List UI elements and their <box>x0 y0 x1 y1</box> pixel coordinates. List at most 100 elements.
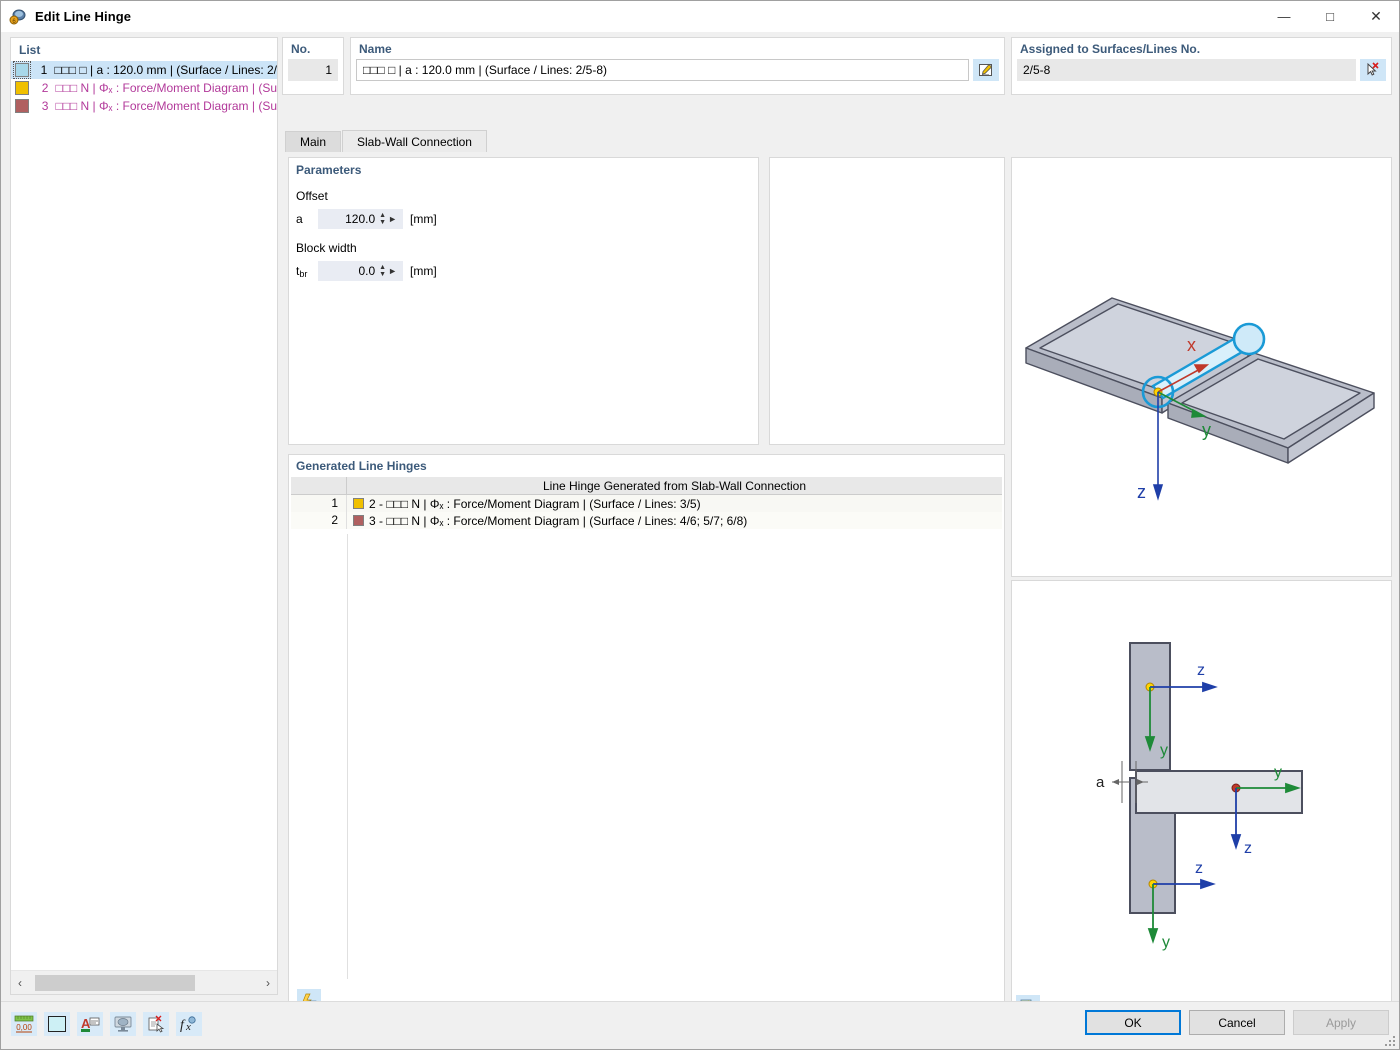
list-item-label: □□□ N | Φₓ : Force/Moment Diagram | (Su <box>55 81 277 95</box>
name-row: □□□ □ | a : 120.0 mm | (Surface / Lines:… <box>356 59 999 81</box>
svg-text:A: A <box>81 1016 91 1031</box>
name-panel: Name □□□ □ | a : 120.0 mm | (Surface / L… <box>350 37 1005 95</box>
scroll-right-icon[interactable]: › <box>259 972 277 994</box>
upper-wall-y-label: y <box>1160 742 1168 759</box>
display-properties-button[interactable] <box>110 1012 136 1036</box>
block-width-field-row: tbr 0.0 ▲ ▼ ► [mm] <box>289 261 758 281</box>
list-item-label: □□□ N | Φₓ : Force/Moment Diagram | (Su <box>55 99 277 113</box>
table-row-label: 2 - □□□ N | Φₓ : Force/Moment Diagram | … <box>347 497 1002 511</box>
secondary-preview-panel <box>769 157 1005 445</box>
resize-grip[interactable] <box>1385 1036 1395 1046</box>
list-item[interactable]: 1 □□□ □ | a : 120.0 mm | (Surface / Line… <box>11 61 277 79</box>
offset-value: 120.0 <box>345 212 376 226</box>
list-horizontal-scrollbar[interactable]: ‹ › <box>11 970 277 994</box>
axis-y-label: y <box>1202 420 1211 440</box>
list-item-label: □□□ □ | a : 120.0 mm | (Surface / Lines:… <box>54 63 277 77</box>
dialog-buttons: OK Cancel Apply <box>1085 1010 1389 1035</box>
decimal-places-button[interactable]: 0,00 <box>11 1012 37 1036</box>
parameters-panel: Parameters Offset a 120.0 ▲ ▼ ► [mm] Blo… <box>288 157 759 445</box>
color-swatch-button[interactable] <box>44 1012 70 1036</box>
footer-toolbar: 0,00 A f x <box>11 1012 202 1036</box>
tab-strip: Main Slab-Wall Connection <box>285 130 1005 152</box>
cancel-button[interactable]: Cancel <box>1189 1010 1285 1035</box>
window-controls: — □ ✕ <box>1261 1 1399 32</box>
stepper-down-icon[interactable]: ▼ <box>379 219 386 226</box>
table-row[interactable]: 1 2 - □□□ N | Φₓ : Force/Moment Diagram … <box>291 495 1002 512</box>
lower-wall-z-label: z <box>1195 860 1203 877</box>
stepper-up-icon[interactable]: ▲ <box>379 264 386 271</box>
slab-wall-section-svg: a z y y z z y <box>1096 642 1303 951</box>
assigned-label: Assigned to Surfaces/Lines No. <box>1020 42 1201 56</box>
parameters-title: Parameters <box>296 163 362 177</box>
slab-z-label: z <box>1244 840 1252 857</box>
name-input[interactable]: □□□ □ | a : 120.0 mm | (Surface / Lines:… <box>356 59 969 81</box>
stepper-up-icon[interactable]: ▲ <box>379 212 386 219</box>
upper-wall-z-label: z <box>1197 662 1205 679</box>
ok-button[interactable]: OK <box>1085 1010 1181 1035</box>
list-rows: 1 □□□ □ | a : 120.0 mm | (Surface / Line… <box>11 61 277 970</box>
axis-z-label: z <box>1137 482 1146 502</box>
offset-unit: [mm] <box>410 212 437 226</box>
close-button[interactable]: ✕ <box>1353 1 1399 32</box>
table-header-row: Line Hinge Generated from Slab-Wall Conn… <box>291 477 1002 495</box>
list-header: List <box>11 38 277 61</box>
offset-stepper[interactable]: ▲ ▼ <box>379 210 386 228</box>
edit-line-hinge-dialog: 6 Edit Line Hinge — □ ✕ List 1 □□□ □ | a… <box>0 0 1400 1050</box>
offset-field-row: a 120.0 ▲ ▼ ► [mm] <box>289 209 758 229</box>
scroll-thumb[interactable] <box>35 974 195 991</box>
table-row-color-swatch <box>353 498 364 509</box>
table-body-background <box>347 534 1002 979</box>
edit-name-icon[interactable] <box>973 59 999 81</box>
generated-table: Line Hinge Generated from Slab-Wall Conn… <box>291 477 1002 979</box>
generated-title: Generated Line Hinges <box>296 459 427 473</box>
dialog-body: List 1 □□□ □ | a : 120.0 mm | (Surface /… <box>1 32 1399 1049</box>
offset-field-label: a <box>296 212 303 226</box>
list-item[interactable]: 2 □□□ N | Φₓ : Force/Moment Diagram | (S… <box>11 79 277 97</box>
title-bar: 6 Edit Line Hinge — □ ✕ <box>1 1 1399 32</box>
assigned-input[interactable]: 2/5-8 <box>1017 59 1356 81</box>
tab-slab-wall-connection[interactable]: Slab-Wall Connection <box>342 130 487 152</box>
block-width-input[interactable]: 0.0 ▲ ▼ ► <box>318 261 403 281</box>
table-row-color-swatch <box>353 515 364 526</box>
number-panel: No. 1 <box>282 37 344 95</box>
name-label: Name <box>359 42 392 56</box>
formula-button[interactable]: f x <box>176 1012 202 1036</box>
window-title: Edit Line Hinge <box>35 9 132 24</box>
assigned-row: 2/5-8 <box>1017 59 1386 81</box>
clear-selection-button[interactable] <box>143 1012 169 1036</box>
minimize-button[interactable]: — <box>1261 1 1307 32</box>
offset-input[interactable]: 120.0 ▲ ▼ ► <box>318 209 403 229</box>
lower-wall-y-label: y <box>1162 934 1170 951</box>
maximize-button[interactable]: □ <box>1307 1 1353 32</box>
table-header-main: Line Hinge Generated from Slab-Wall Conn… <box>542 478 807 493</box>
table-row-index: 1 <box>291 495 347 512</box>
generated-line-hinges-panel: Generated Line Hinges Line Hinge Generat… <box>288 454 1005 1024</box>
table-row-index: 2 <box>291 512 347 529</box>
offset-group-label: Offset <box>296 189 328 203</box>
block-width-field-label: tbr <box>296 263 308 279</box>
assigned-panel: Assigned to Surfaces/Lines No. 2/5-8 <box>1011 37 1392 95</box>
list-item-number: 3 <box>41 99 49 113</box>
list-item-color-swatch <box>15 99 29 113</box>
block-width-dropdown-icon[interactable]: ► <box>388 266 397 276</box>
deselect-pick-icon[interactable] <box>1360 59 1386 81</box>
block-width-value: 0.0 <box>358 264 376 278</box>
axis-x-label: x <box>1187 335 1196 355</box>
scroll-left-icon[interactable]: ‹ <box>11 972 29 994</box>
font-settings-button[interactable]: A <box>77 1012 103 1036</box>
list-item[interactable]: 3 □□□ N | Φₓ : Force/Moment Diagram | (S… <box>11 97 277 115</box>
slab-wall-section-preview: a z y y z z y <box>1011 580 1392 1024</box>
table-index-background <box>291 534 347 979</box>
tab-main[interactable]: Main <box>285 131 342 152</box>
offset-dropdown-icon[interactable]: ► <box>388 214 397 224</box>
table-row[interactable]: 2 3 - □□□ N | Φₓ : Force/Moment Diagram … <box>291 512 1002 529</box>
list-panel: List 1 □□□ □ | a : 120.0 mm | (Surface /… <box>10 37 278 995</box>
block-width-unit: [mm] <box>410 264 437 278</box>
number-label: No. <box>291 42 311 56</box>
stepper-down-icon[interactable]: ▼ <box>379 271 386 278</box>
svg-text:0,00: 0,00 <box>16 1023 32 1032</box>
slab-wall-3d-preview: x y z <box>1011 157 1392 577</box>
block-width-group-label: Block width <box>296 241 357 255</box>
block-width-stepper[interactable]: ▲ ▼ <box>379 262 386 280</box>
scroll-track[interactable] <box>29 974 259 991</box>
